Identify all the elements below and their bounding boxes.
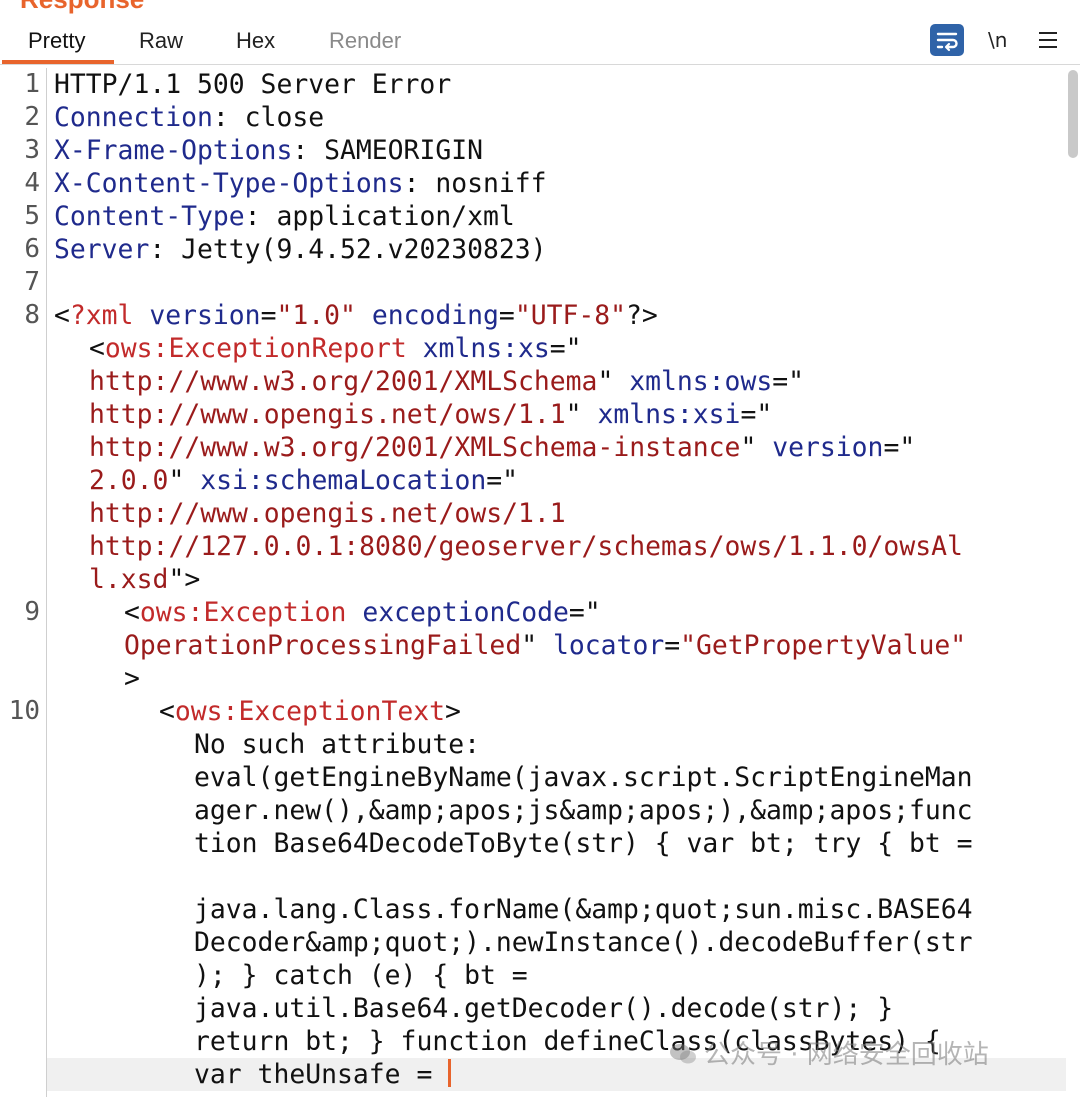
header-name: Connection xyxy=(54,102,213,133)
xml-line: http://127.0.0.1:8080/geoserver/schemas/… xyxy=(89,531,963,562)
line-number: 1 xyxy=(24,69,40,99)
active-tab-indicator xyxy=(2,60,114,64)
header-name: Server xyxy=(54,234,150,265)
tab-hex[interactable]: Hex xyxy=(236,28,275,54)
options-menu-button[interactable] xyxy=(1036,28,1060,52)
response-panel: Response Pretty Raw Hex Render \n 1 xyxy=(0,0,1080,1097)
hamburger-menu-icon xyxy=(1039,32,1057,48)
exception-text-line: ager.new(),&amp;apos;js&amp;apos;),&amp;… xyxy=(194,795,973,826)
header-line: X-Content-Type-Options: nosniff xyxy=(54,168,547,199)
tab-raw[interactable]: Raw xyxy=(139,28,183,54)
vertical-scrollbar[interactable] xyxy=(1068,70,1078,158)
line-number: 4 xyxy=(24,168,40,198)
header-value: close xyxy=(244,102,325,133)
line-number-gutter: 1 2 3 4 5 6 7 8 9 10 xyxy=(0,68,47,1097)
tab-pretty[interactable]: Pretty xyxy=(28,28,85,54)
exception-text-line: Decoder&amp;quot;).newInstance().decodeB… xyxy=(194,927,973,958)
xml-line: <ows:Exception exceptionCode=" xyxy=(124,597,601,628)
header-line: Content-Type: application/xml xyxy=(54,201,515,232)
exception-text-line: ); } catch (e) { bt = xyxy=(194,960,528,991)
xml-line: 2.0.0" xsi:schemaLocation=" xyxy=(89,465,519,496)
header-line: Connection: close xyxy=(54,102,325,133)
watermark-text: 公众号 · 网络安全回收站 xyxy=(704,1040,989,1070)
line-number: 8 xyxy=(24,300,40,330)
response-editor[interactable]: 1 2 3 4 5 6 7 8 9 10 HTTP/1.1 500 Server… xyxy=(0,68,1066,1097)
exception-text-line: var theUnsafe = xyxy=(194,1058,452,1091)
xml-line: http://www.opengis.net/ows/1.1" xmlns:xs… xyxy=(89,399,773,430)
line-number: 9 xyxy=(24,597,40,627)
status-text: HTTP/1.1 500 Server Error xyxy=(54,69,452,100)
xml-line: <ows:ExceptionReport xmlns:xs=" xyxy=(89,333,582,364)
exception-text-line: eval(getEngineByName(javax.script.Script… xyxy=(194,762,973,793)
xml-line: http://www.w3.org/2001/XMLSchema" xmlns:… xyxy=(89,366,804,397)
line-number: 2 xyxy=(24,102,40,132)
header-line: X-Frame-Options: SAMEORIGIN xyxy=(54,135,483,166)
line-number: 6 xyxy=(24,234,40,264)
wechat-icon xyxy=(670,1044,696,1064)
exception-text-line: java.lang.Class.forName(&amp;quot;sun.mi… xyxy=(194,894,973,925)
panel-title: Response xyxy=(20,0,144,12)
line-number: 10 xyxy=(8,696,40,726)
exception-text-content: var theUnsafe = xyxy=(194,1059,449,1090)
show-newlines-button[interactable]: \n xyxy=(988,28,1007,52)
watermark: 公众号 · 网络安全回收站 xyxy=(668,1034,989,1071)
xml-line: <ows:ExceptionText> xyxy=(159,696,461,727)
header-name: X-Content-Type-Options xyxy=(54,168,404,199)
wrap-lines-icon xyxy=(936,32,958,52)
header-value: Jetty(9.4.52.v20230823) xyxy=(181,234,547,265)
header-line: Server: Jetty(9.4.52.v20230823) xyxy=(54,234,547,265)
xml-line: > xyxy=(124,663,140,694)
line-number: 7 xyxy=(24,267,40,297)
line-number: 3 xyxy=(24,135,40,165)
xml-declaration: <?xml version="1.0" encoding="UTF-8"?> xyxy=(54,300,658,331)
header-name: X-Frame-Options xyxy=(54,135,293,166)
header-value: SAMEORIGIN xyxy=(324,135,483,166)
view-tabbar: Pretty Raw Hex Render \n xyxy=(0,22,1080,65)
header-name: Content-Type xyxy=(54,201,245,232)
line-number: 5 xyxy=(24,201,40,231)
exception-text-line: java.util.Base64.getDecoder().decode(str… xyxy=(194,993,894,1024)
xml-line: http://www.w3.org/2001/XMLSchema-instanc… xyxy=(89,432,916,463)
status-line: HTTP/1.1 500 Server Error xyxy=(54,68,451,101)
header-value: nosniff xyxy=(435,168,547,199)
text-cursor xyxy=(448,1059,452,1087)
xml-line: OperationProcessingFailed" locator="GetP… xyxy=(124,630,967,661)
xml-line: l.xsd"> xyxy=(89,564,201,595)
wrap-lines-button[interactable] xyxy=(930,24,964,56)
exception-text-line: No such attribute: xyxy=(194,729,480,760)
exception-text-line: tion Base64DecodeToByte(str) { var bt; t… xyxy=(194,828,973,859)
tab-render[interactable]: Render xyxy=(329,28,401,54)
header-value: application/xml xyxy=(276,201,515,232)
xml-line: http://www.opengis.net/ows/1.1 xyxy=(89,498,566,529)
